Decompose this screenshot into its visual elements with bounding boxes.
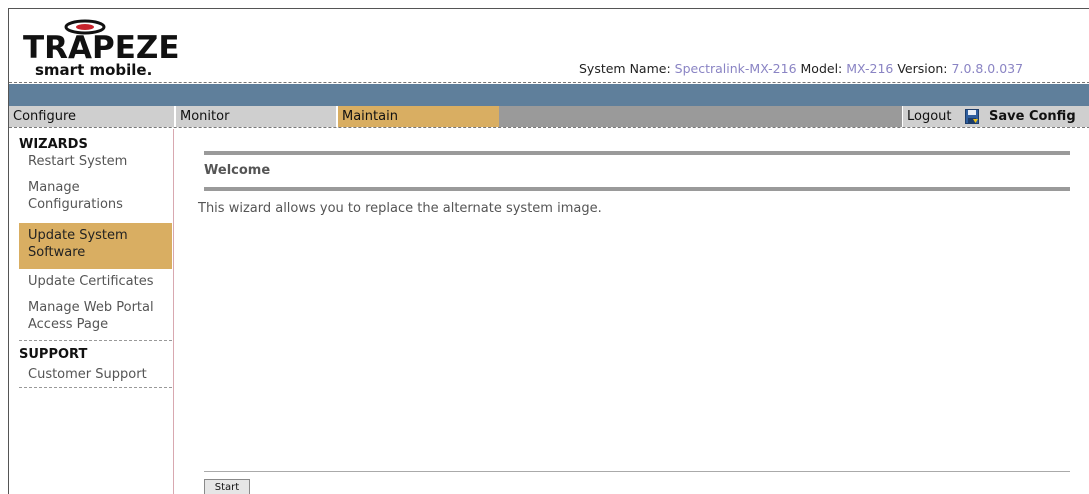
sidebar-item-customer-support[interactable]: Customer Support — [19, 366, 172, 383]
main-content: Welcome This wizard allows you to replac… — [174, 129, 1089, 494]
tab-configure[interactable]: Configure — [9, 106, 175, 127]
sidebar-divider — [19, 340, 172, 341]
page-title: Welcome — [204, 163, 271, 178]
version-value: 7.0.8.0.037 — [951, 61, 1024, 76]
sidebar-item-manage-web-portal[interactable]: Manage Web Portal Access Page — [19, 299, 172, 333]
brand-name: TRAPEZE — [23, 30, 180, 66]
sidebar-section-support: SUPPORT — [19, 347, 88, 362]
logo: TRAPEZE smart mobile. — [23, 19, 183, 81]
sidebar: WIZARDS Restart System Manage Configurat… — [9, 129, 172, 494]
version-label: Version: — [897, 61, 948, 76]
system-info: System Name: Spectralink-MX-216 Model: M… — [579, 61, 1023, 76]
model-value: MX-216 — [846, 61, 894, 76]
sidebar-item-restart-system[interactable]: Restart System — [19, 153, 172, 170]
main-nav: Configure Monitor Maintain Logout Save C… — [9, 106, 1089, 128]
brand-tagline: smart mobile. — [35, 61, 153, 79]
tab-maintain[interactable]: Maintain — [338, 106, 499, 127]
sidebar-item-update-system-software[interactable]: Update System Software — [19, 223, 172, 269]
wizard-description: This wizard allows you to replace the al… — [198, 201, 602, 216]
header-divider — [9, 82, 1089, 83]
logout-link[interactable]: Logout — [907, 106, 952, 127]
nav-actions: Logout Save Config — [903, 106, 1089, 127]
sidebar-divider — [19, 387, 172, 388]
model-label: Model: — [800, 61, 843, 76]
tab-monitor[interactable]: Monitor — [176, 106, 337, 127]
app-window: TRAPEZE smart mobile. System Name: Spect… — [8, 8, 1089, 494]
start-button[interactable]: Start — [204, 479, 250, 494]
header: TRAPEZE smart mobile. System Name: Spect… — [9, 9, 1089, 85]
sidebar-item-update-certificates[interactable]: Update Certificates — [19, 273, 172, 290]
system-name-value: Spectralink-MX-216 — [674, 61, 797, 76]
system-name-label: System Name: — [579, 61, 671, 76]
heading-bottom-bar — [204, 187, 1070, 191]
save-icon[interactable] — [965, 109, 979, 124]
footer-divider — [204, 471, 1070, 472]
sidebar-item-manage-configurations[interactable]: Manage Configurations — [19, 179, 149, 213]
save-config-button[interactable]: Save Config — [989, 106, 1076, 127]
nav-spacer — [499, 106, 902, 127]
header-band — [9, 84, 1089, 106]
sidebar-section-wizards: WIZARDS — [19, 137, 88, 152]
nav-divider — [9, 127, 1089, 128]
heading-top-bar — [204, 151, 1070, 155]
